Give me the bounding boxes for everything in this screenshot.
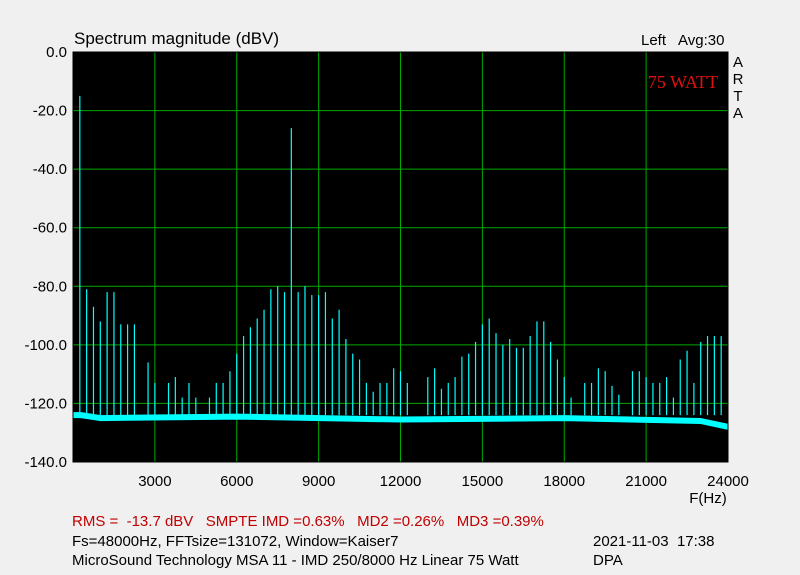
power-annotation: 75 WATT — [648, 72, 718, 92]
y-tick-label: -80.0 — [33, 278, 67, 295]
plot-area — [72, 51, 729, 463]
x-axis-label: F(Hz) — [689, 490, 727, 507]
y-tick-label: 0.0 — [46, 44, 67, 61]
y-tick-label: -20.0 — [33, 103, 67, 120]
y-tick-label: -100.0 — [24, 337, 67, 354]
x-tick-label: 3000 — [138, 473, 171, 490]
arta-letter: A — [733, 105, 743, 122]
channel-label: Left — [641, 32, 667, 49]
device-description: MicroSound Technology MSA 11 - IMD 250/8… — [72, 552, 519, 569]
x-tick-label: 18000 — [543, 473, 585, 490]
chart-title: Spectrum magnitude (dBV) — [74, 29, 279, 48]
fft-info: Fs=48000Hz, FFTsize=131072, Window=Kaise… — [72, 533, 399, 550]
x-tick-label: 15000 — [462, 473, 504, 490]
x-tick-label: 12000 — [380, 473, 422, 490]
arta-letter: T — [733, 88, 742, 105]
avg-label: Avg:30 — [678, 32, 724, 49]
x-tick-label: 6000 — [220, 473, 253, 490]
x-tick-label: 9000 — [302, 473, 335, 490]
x-tick-label: 24000 — [707, 473, 749, 490]
timestamp: 2021-11-03 17:38 — [593, 533, 715, 550]
y-tick-label: -120.0 — [24, 395, 67, 412]
y-tick-label: -60.0 — [33, 220, 67, 237]
spectrum-chart: Spectrum magnitude (dBV) Left Avg:30 75 … — [24, 29, 749, 507]
x-axis-ticks: 3000 6000 9000 12000 15000 18000 21000 24000 — [138, 473, 749, 490]
y-axis-ticks: 0.0 -20.0 -40.0 -60.0 -80.0 -100.0 -120.0 -140.… — [24, 44, 67, 471]
y-tick-label: -40.0 — [33, 161, 67, 178]
x-tick-label: 21000 — [625, 473, 667, 490]
measurement-summary: RMS = -13.7 dBV SMPTE IMD =0.63% MD2 =0.… — [72, 513, 544, 530]
y-tick-label: -140.0 — [24, 454, 67, 471]
author-label: DPA — [593, 552, 623, 569]
arta-letter: A — [733, 54, 743, 71]
arta-side-label: A R T A — [733, 54, 744, 122]
arta-letter: R — [733, 71, 744, 88]
